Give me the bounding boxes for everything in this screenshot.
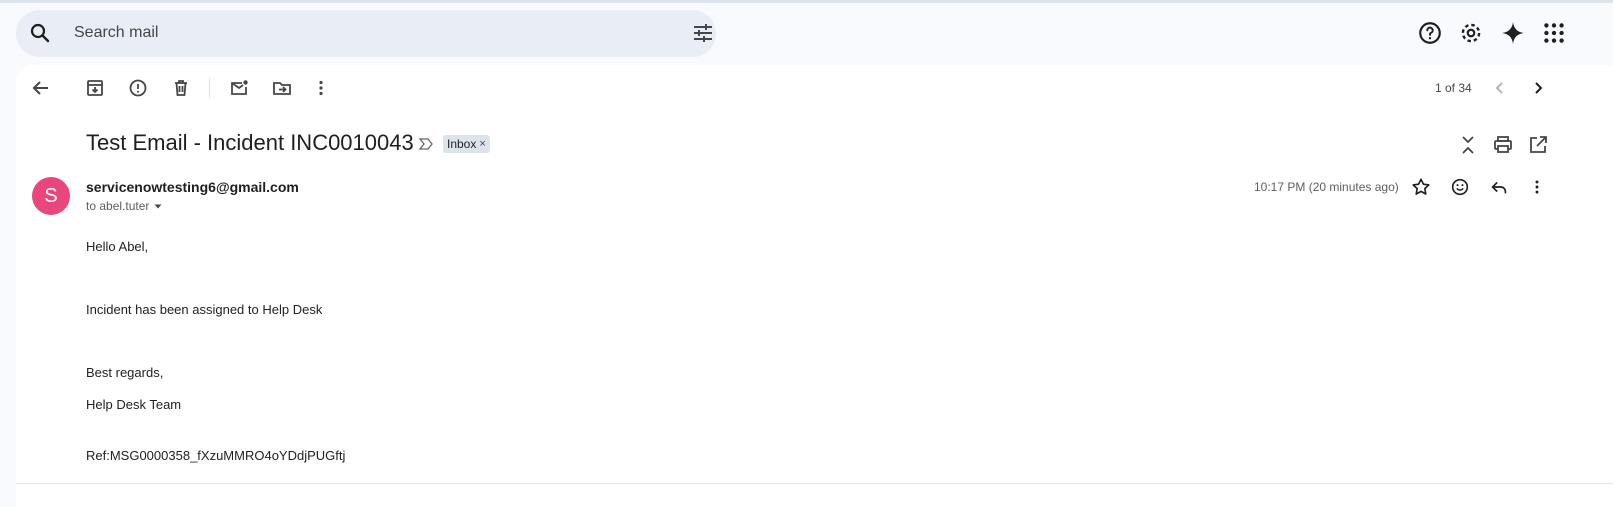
star-icon[interactable] — [1410, 176, 1432, 198]
body-line: Incident has been assigned to Help Desk — [86, 302, 323, 317]
body-greeting: Hello Abel, — [86, 239, 149, 254]
body-closing: Best regards, — [86, 365, 164, 380]
recipient-line[interactable]: to abel.tuter — [86, 199, 163, 213]
message-timestamp: 10:17 PM (20 minutes ago) — [1254, 180, 1399, 194]
apps-grid-icon[interactable] — [1541, 20, 1567, 46]
collapse-all-icon[interactable] — [1456, 133, 1480, 157]
help-icon[interactable] — [1417, 20, 1443, 46]
body-reference: Ref:MSG0000358_fXzuMMRO4oYDdjPUGftj — [86, 448, 346, 463]
older-chevron-icon[interactable] — [1526, 76, 1550, 100]
remove-label-button[interactable]: × — [479, 135, 485, 153]
inbox-label-chip[interactable]: Inbox × — [443, 135, 490, 153]
toolbar-divider — [209, 78, 210, 98]
email-subject: Test Email - Incident INC0010043 — [86, 130, 414, 155]
sender-email[interactable]: servicenowtesting6@gmail.com — [86, 179, 299, 195]
delete-icon[interactable] — [169, 76, 193, 100]
message-panel: 1 of 34 Test Email - Incident INC0010043… — [16, 65, 1613, 507]
label-text: Inbox — [447, 137, 477, 151]
open-in-new-window-icon[interactable] — [1526, 133, 1550, 157]
mark-unread-icon[interactable] — [227, 76, 251, 100]
message-divider — [16, 483, 1613, 484]
settings-icon[interactable] — [1458, 20, 1484, 46]
newer-chevron-icon[interactable] — [1488, 76, 1512, 100]
more-vert-icon[interactable] — [309, 76, 333, 100]
gemini-sparkle-icon[interactable] — [1500, 20, 1526, 46]
caret-down-icon[interactable] — [153, 201, 163, 211]
back-arrow-icon[interactable] — [29, 76, 53, 100]
page-count: 1 of 34 — [1435, 81, 1472, 95]
top-border — [0, 0, 1613, 3]
search-input[interactable]: Search mail — [74, 24, 158, 42]
message-more-vert-icon[interactable] — [1526, 176, 1548, 198]
recipient-text: to abel.tuter — [86, 199, 150, 213]
search-options-icon[interactable] — [691, 21, 715, 45]
search-bar[interactable]: Search mail — [16, 10, 716, 57]
sender-avatar[interactable]: S — [32, 177, 70, 215]
reply-icon[interactable] — [1488, 176, 1510, 198]
body-signature: Help Desk Team — [86, 397, 182, 412]
search-icon[interactable] — [28, 21, 52, 45]
archive-icon[interactable] — [83, 76, 107, 100]
print-icon[interactable] — [1491, 133, 1515, 157]
emoji-reaction-icon[interactable] — [1449, 176, 1471, 198]
importance-marker-icon[interactable] — [418, 136, 434, 152]
move-to-icon[interactable] — [270, 76, 294, 100]
report-spam-icon[interactable] — [126, 76, 150, 100]
